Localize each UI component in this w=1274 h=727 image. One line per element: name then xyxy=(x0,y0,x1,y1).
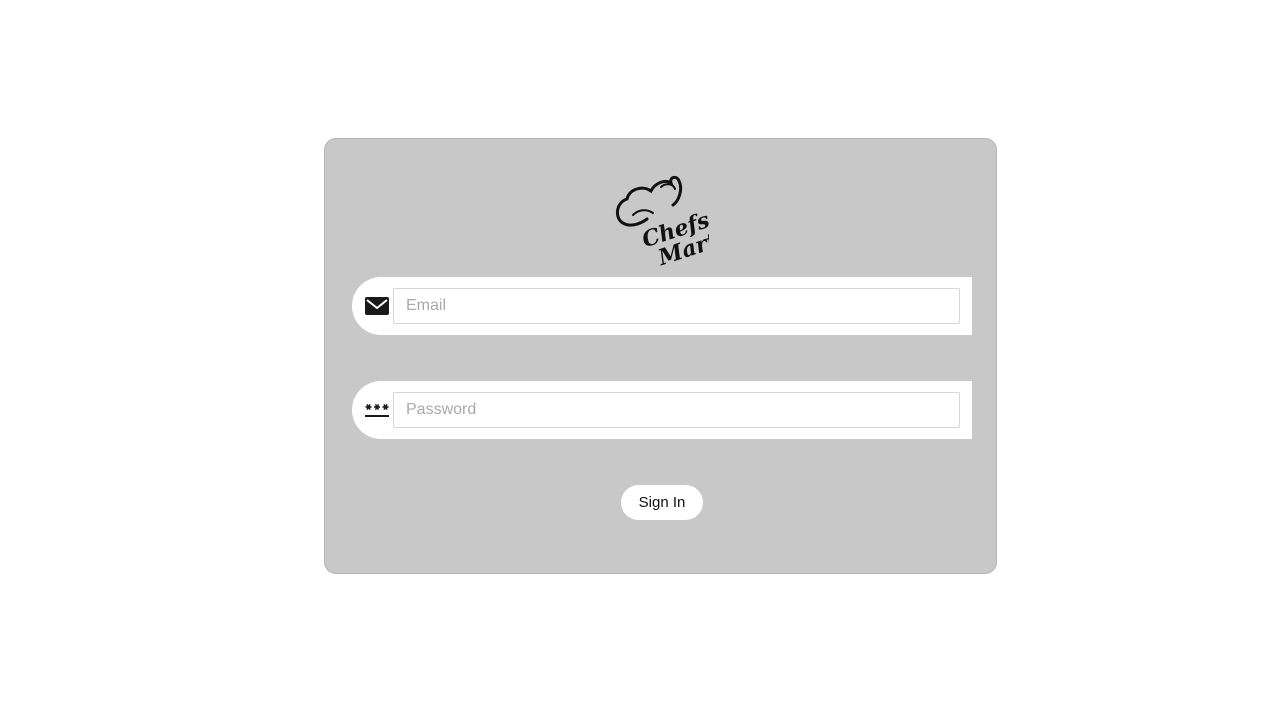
envelope-icon xyxy=(364,294,390,318)
login-card: Chefs Mart Email Sign In xyxy=(324,138,997,574)
email-input[interactable] xyxy=(393,288,960,324)
chef-hat-logo-icon: Chefs Mart xyxy=(616,175,709,269)
password-asterisks-icon xyxy=(364,398,390,422)
sign-in-button[interactable]: Sign In xyxy=(621,485,703,520)
password-field-row xyxy=(352,381,972,439)
password-input[interactable] xyxy=(393,392,960,428)
chefs-mart-logo: Chefs Mart xyxy=(613,175,709,269)
email-field-row xyxy=(352,277,972,335)
